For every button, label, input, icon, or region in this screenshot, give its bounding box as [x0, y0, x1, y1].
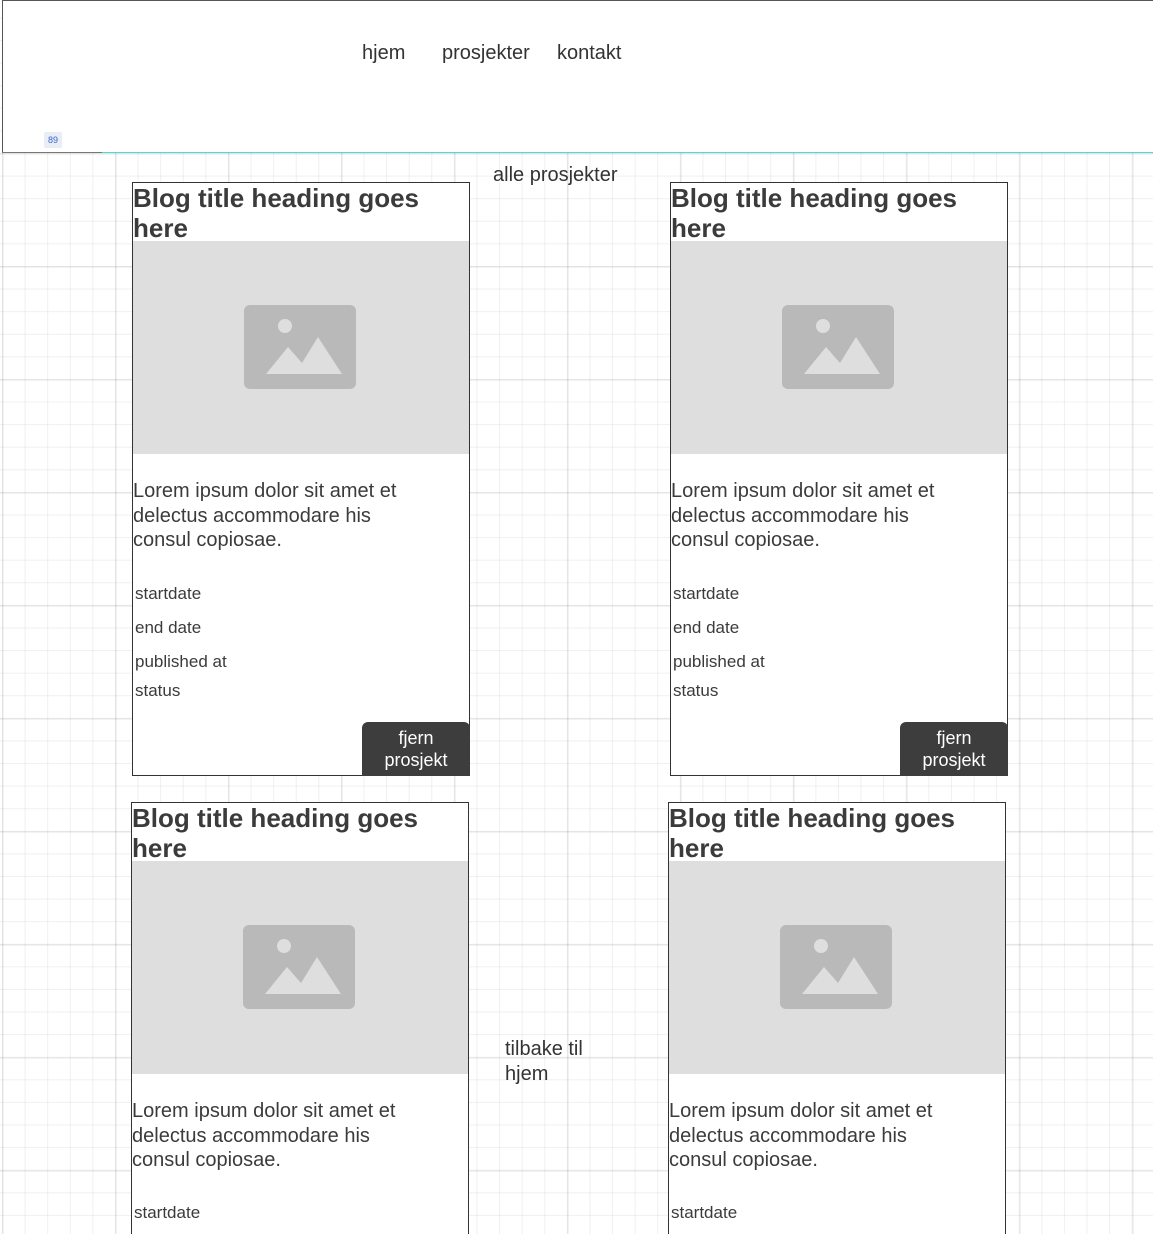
header-divider [2, 152, 1153, 153]
project-card: Blog title heading goes here Lorem ipsum… [132, 182, 470, 776]
image-placeholder-icon [243, 925, 355, 1009]
nav-link-kontakt[interactable]: kontakt [557, 42, 621, 65]
card-title: Blog title heading goes here [132, 803, 419, 863]
site-header: hjem prosjekter kontakt [2, 0, 1153, 152]
remove-project-button[interactable]: fjern prosjekt [362, 722, 470, 776]
remove-project-button[interactable]: fjern prosjekt [900, 722, 1008, 776]
card-description: Lorem ipsum dolor sit amet et delectus a… [671, 480, 935, 551]
card-image-placeholder [671, 241, 1007, 454]
card-description: Lorem ipsum dolor sit amet et delectus a… [133, 480, 397, 551]
card-startdate: startdate [135, 584, 202, 603]
card-published-at: published at [673, 652, 765, 671]
card-startdate: startdate [134, 1203, 201, 1222]
card-title: Blog title heading goes here [133, 183, 420, 243]
nav-link-hjem[interactable]: hjem [362, 42, 405, 65]
card-status: status [673, 681, 719, 700]
card-description: Lorem ipsum dolor sit amet et delectus a… [132, 1100, 396, 1171]
card-published-at: published at [135, 652, 227, 671]
back-to-home-link[interactable]: tilbake til hjem [505, 1037, 605, 1087]
nav-link-prosjekter[interactable]: prosjekter [442, 42, 530, 65]
page-title: alle prosjekter [493, 164, 618, 186]
card-startdate: startdate [671, 1203, 738, 1222]
page: hjem prosjekter kontakt 89 alle prosjekt… [0, 0, 1153, 1234]
image-placeholder-icon [780, 925, 892, 1009]
card-title: Blog title heading goes here [669, 803, 956, 863]
card-status: status [135, 681, 181, 700]
card-image-placeholder [669, 861, 1005, 1074]
card-image-placeholder [132, 861, 468, 1074]
card-end-date: end date [135, 618, 202, 637]
card-startdate: startdate [673, 584, 740, 603]
card-image-placeholder [133, 241, 469, 454]
project-card: Blog title heading goes here Lorem ipsum… [668, 802, 1006, 1234]
card-title: Blog title heading goes here [671, 183, 958, 243]
count-badge: 89 [44, 132, 62, 148]
image-placeholder-icon [782, 305, 894, 389]
card-end-date: end date [673, 618, 740, 637]
project-card: Blog title heading goes here Lorem ipsum… [131, 802, 469, 1234]
image-placeholder-icon [244, 305, 356, 389]
project-card: Blog title heading goes here Lorem ipsum… [670, 182, 1008, 776]
card-description: Lorem ipsum dolor sit amet et delectus a… [669, 1100, 933, 1171]
